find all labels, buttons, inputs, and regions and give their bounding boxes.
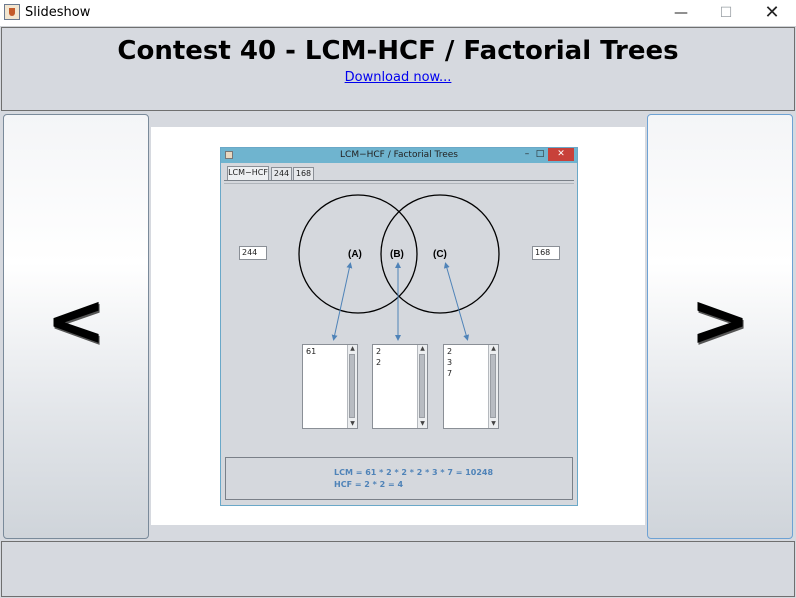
page-title: Contest 40 - LCM-HCF / Factorial Trees xyxy=(117,36,679,66)
slide-scrollbar: ▲ ▼ xyxy=(488,345,498,428)
slide-image: LCM−HCF / Factorial Trees – □ ✕ LCM−HCF … xyxy=(151,127,645,525)
venn-label-c: (C) xyxy=(433,249,447,260)
minimize-button[interactable]: — xyxy=(658,0,704,26)
venn-label-a: (A) xyxy=(348,249,362,260)
previous-arrow-icon: < xyxy=(45,278,107,362)
slide-scrollbar: ▲ ▼ xyxy=(417,345,427,428)
list-item: 2 xyxy=(376,347,382,356)
list-item: 61 xyxy=(306,347,317,356)
slide-scrollbar: ▲ ▼ xyxy=(347,345,357,428)
slide-app-window: LCM−HCF / Factorial Trees – □ ✕ LCM−HCF … xyxy=(220,147,578,506)
slide-result-panel: LCM = 61 * 2 * 2 * 2 * 3 * 7 = 10248 HCF… xyxy=(225,457,573,500)
java-app-icon xyxy=(4,4,20,20)
close-button[interactable]: ✕ xyxy=(749,0,795,26)
previous-slide-button[interactable]: < xyxy=(3,114,149,539)
arrow-c xyxy=(443,262,470,341)
next-slide-button[interactable]: > xyxy=(647,114,793,539)
title-bar: Slideshow — ☐ ✕ xyxy=(0,0,796,27)
list-item: 2 xyxy=(447,347,453,356)
download-link[interactable]: Download now... xyxy=(2,70,794,85)
lcm-result: LCM = 61 * 2 * 2 * 2 * 3 * 7 = 10248 xyxy=(334,468,494,477)
venn-label-b: (B) xyxy=(390,249,404,260)
list-item: 2 xyxy=(376,358,382,367)
hcf-result: HCF = 2 * 2 = 4 xyxy=(334,480,404,489)
window-title: Slideshow xyxy=(25,5,91,20)
list-item: 3 xyxy=(447,358,453,367)
maximize-button[interactable]: ☐ xyxy=(703,0,749,26)
list-item: 7 xyxy=(447,369,453,378)
slide-list-b: 2 2 ▲ ▼ xyxy=(372,344,428,429)
next-arrow-icon: > xyxy=(689,278,751,362)
venn-diagram: (A) (B) (C) xyxy=(298,194,500,341)
slide-list-c: 2 3 7 ▲ ▼ xyxy=(443,344,499,429)
slide-list-a: 61 ▲ ▼ xyxy=(302,344,358,429)
header-panel: Contest 40 - LCM-HCF / Factorial Trees D… xyxy=(1,27,795,111)
footer-panel xyxy=(1,541,795,597)
arrow-a xyxy=(331,262,353,341)
